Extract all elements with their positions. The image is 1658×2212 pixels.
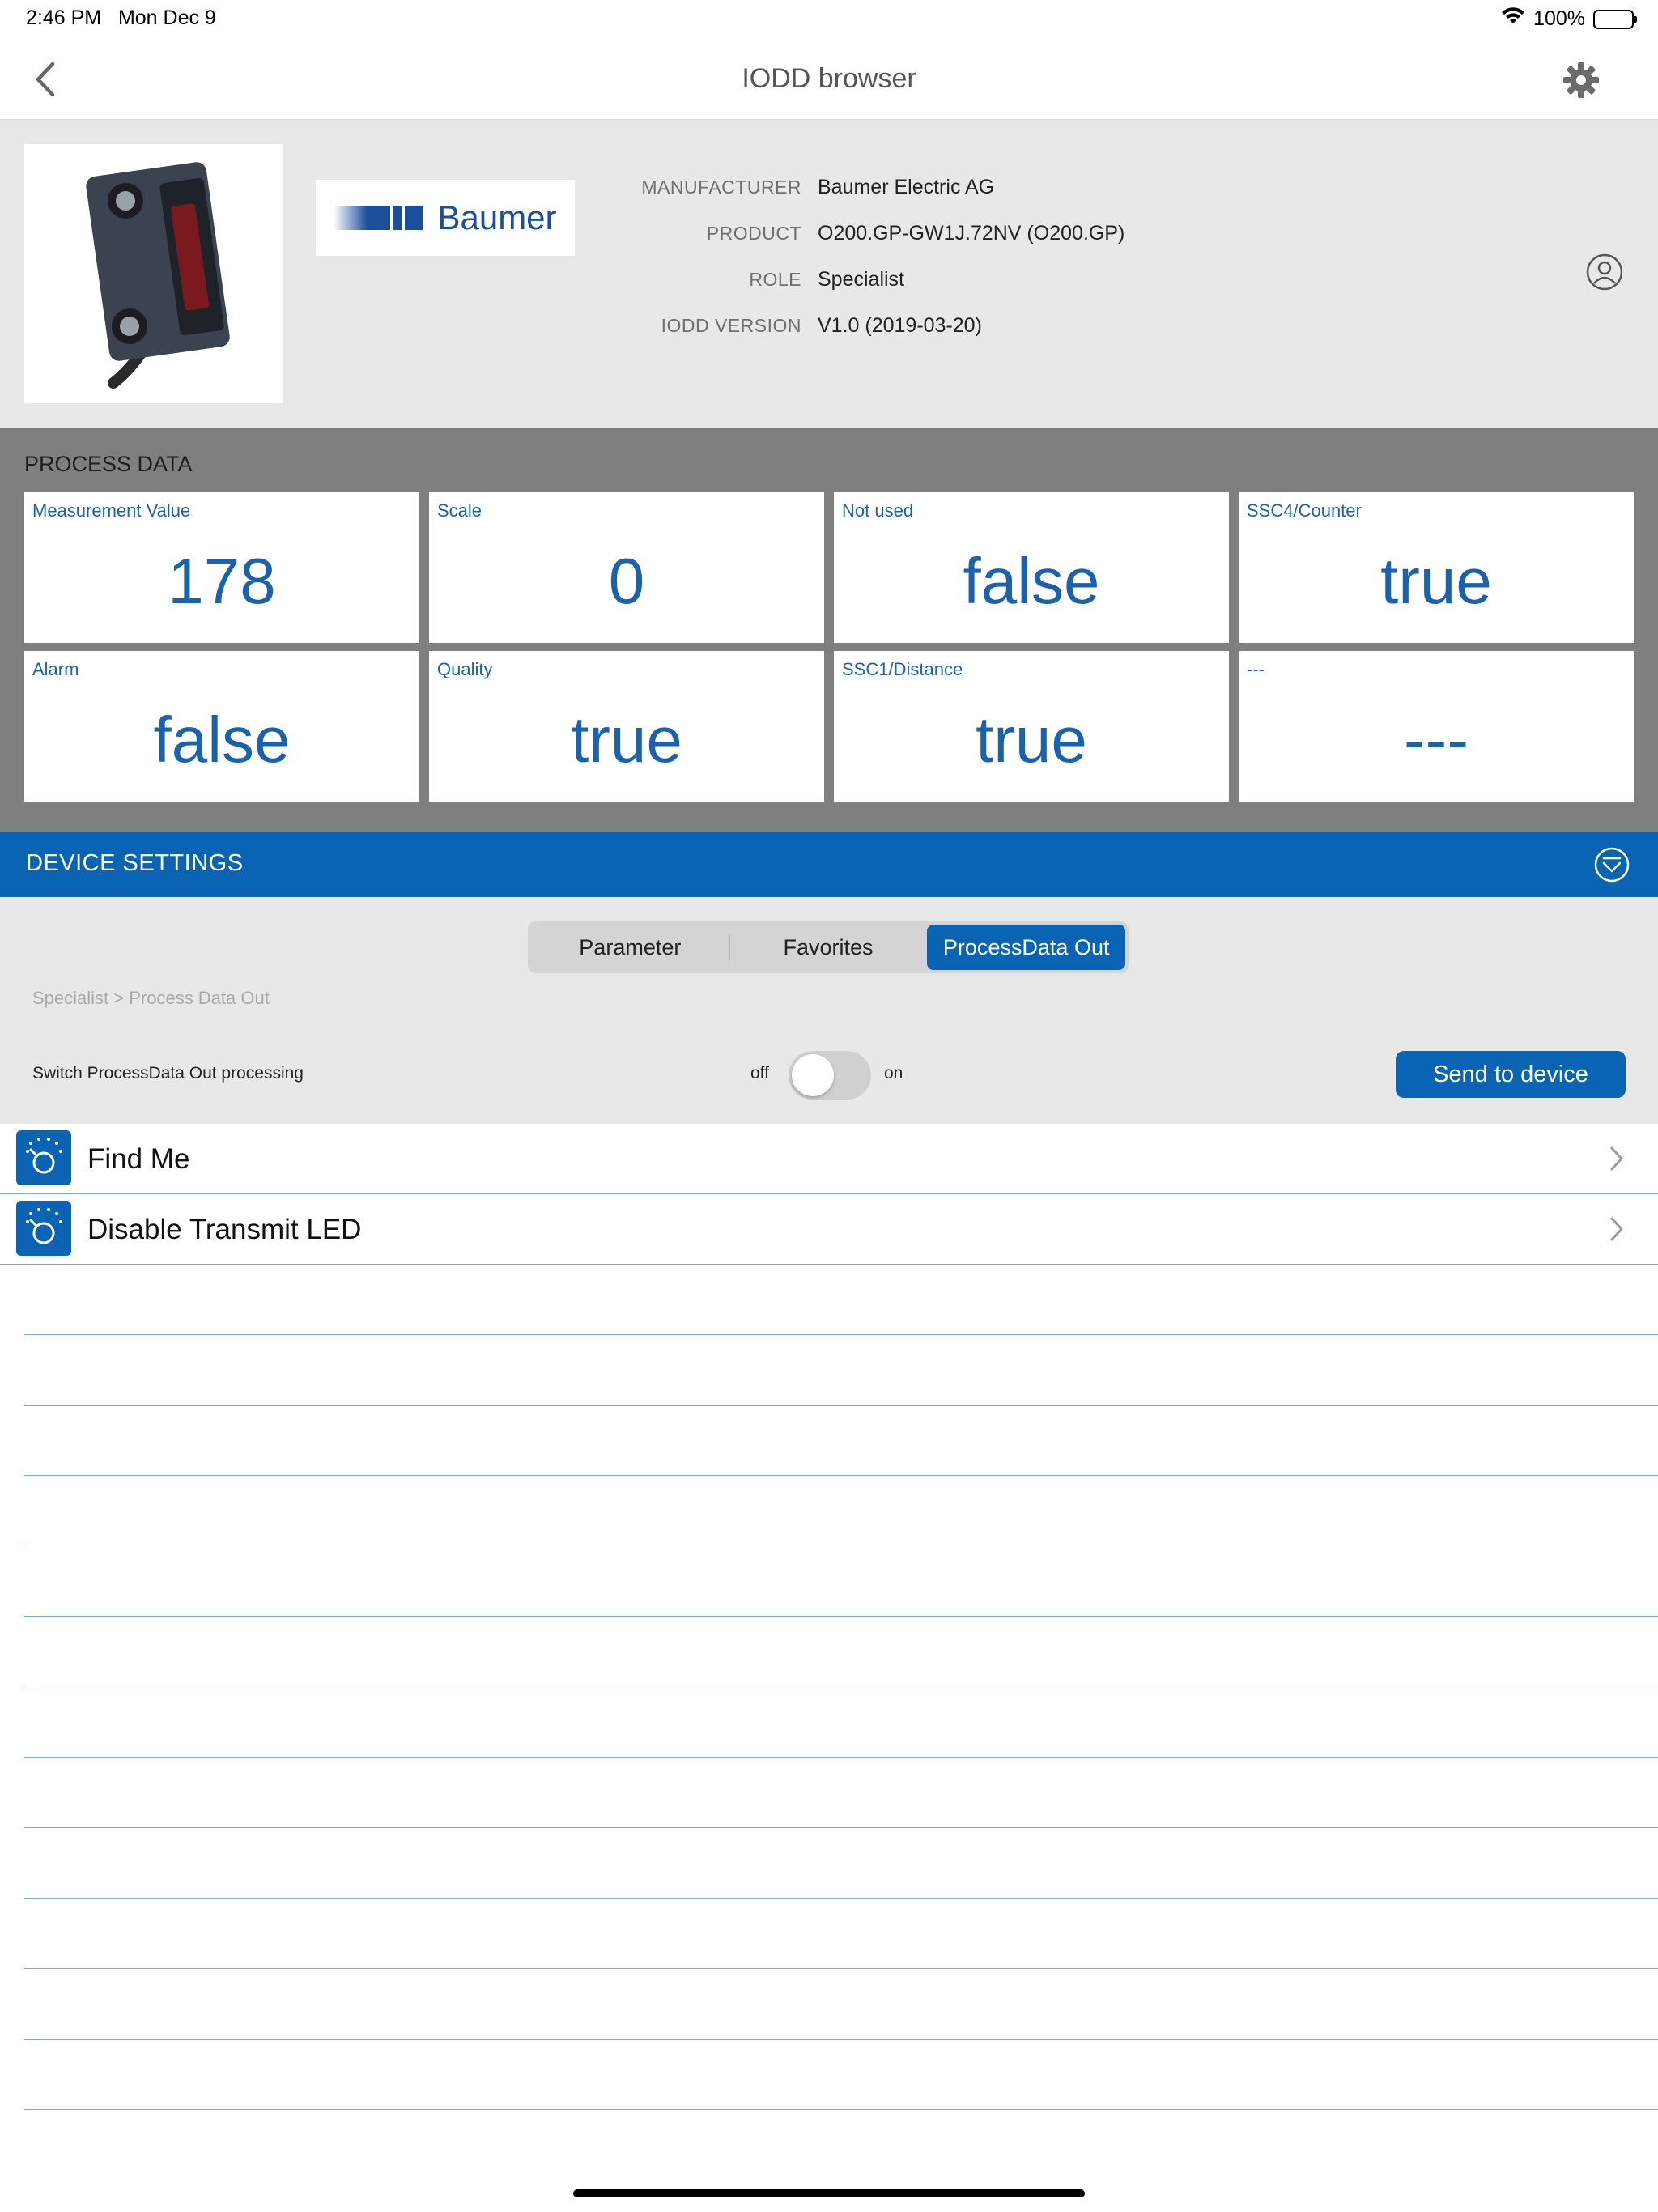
sensor-image-icon	[86, 162, 230, 389]
settings-tab-control: Parameter Favorites ProcessData Out	[528, 921, 1129, 973]
gear-icon	[1563, 62, 1599, 98]
info-label: MANUFACTURER	[641, 177, 801, 198]
collapse-icon	[1594, 847, 1630, 883]
info-value: O200.GP-GW1J.72NV (O200.GP)	[818, 222, 1125, 245]
empty-row-separator	[24, 1757, 1658, 1758]
status-date-text: Mon Dec 9	[117, 6, 216, 29]
user-role-button[interactable]	[1585, 253, 1624, 291]
process-tile-alarm[interactable]: Alarm false	[24, 651, 419, 802]
brand-name: Baumer	[437, 198, 557, 236]
info-row-manufacturer: MANUFACTURER Baumer Electric AG	[615, 164, 1124, 211]
user-icon	[1586, 253, 1623, 291]
device-settings-controls: Parameter Favorites ProcessData Out Spec…	[0, 897, 1658, 1124]
list-item-label: Disable Transmit LED	[87, 1214, 362, 1245]
info-row-role: ROLE Specialist	[615, 257, 1124, 303]
empty-row-separator	[24, 2039, 1658, 2040]
list-item-find-me[interactable]: Find Me	[0, 1124, 1658, 1194]
info-value: Specialist	[818, 268, 904, 291]
device-image	[24, 144, 283, 403]
switch-label: Switch ProcessData Out processing	[32, 1064, 304, 1083]
empty-row-separator	[24, 1475, 1658, 1476]
process-tile-not-used[interactable]: Not used false	[834, 492, 1229, 643]
tile-value: false	[963, 545, 1100, 617]
knob-icon	[16, 1130, 71, 1185]
toggle-knob	[792, 1054, 834, 1096]
process-tile-ssc1-distance[interactable]: SSC1/Distance true	[834, 651, 1229, 802]
tile-value: true	[976, 704, 1087, 776]
tab-label: Parameter	[579, 934, 682, 959]
process-tile-measurement-value[interactable]: Measurement Value 178	[24, 492, 419, 643]
tile-label: ---	[1247, 659, 1265, 679]
tile-label: Not used	[842, 500, 914, 521]
process-data-section: PROCESS DATA Measurement Value 178 Scale…	[0, 428, 1658, 832]
empty-row-separator	[24, 1898, 1658, 1899]
info-row-iodd-version: IODD VERSION V1.0 (2019-03-20)	[615, 303, 1124, 349]
device-settings-bar[interactable]: DEVICE SETTINGS	[0, 832, 1658, 897]
tab-processdata-out[interactable]: ProcessData Out	[927, 925, 1126, 970]
empty-row-separator	[24, 1334, 1658, 1335]
baumer-logo-icon	[334, 206, 423, 230]
empty-row-separator	[24, 1827, 1658, 1828]
chevron-right-icon	[1610, 1217, 1623, 1241]
info-label: PRODUCT	[706, 223, 801, 244]
info-row-product: PRODUCT O200.GP-GW1J.72NV (O200.GP)	[615, 211, 1125, 257]
wifi-icon	[1501, 6, 1525, 32]
tile-label: SSC4/Counter	[1247, 500, 1362, 521]
tile-label: Scale	[437, 500, 483, 521]
info-value: Baumer Electric AG	[818, 176, 995, 198]
brand-logo: Baumer	[316, 180, 575, 256]
tile-value: ---	[1404, 704, 1469, 776]
chevron-right-icon	[1610, 1146, 1623, 1171]
settings-button[interactable]	[1561, 60, 1601, 100]
knob-icon	[16, 1201, 71, 1256]
send-to-device-button[interactable]: Send to device	[1396, 1051, 1626, 1098]
home-indicator[interactable]	[573, 2189, 1085, 2197]
empty-row-separator	[24, 1616, 1658, 1617]
list-item-disable-transmit-led[interactable]: Disable Transmit LED	[0, 1194, 1658, 1265]
tab-label: ProcessData Out	[942, 934, 1110, 959]
tile-label: Alarm	[32, 659, 79, 679]
switch-off-label: off	[750, 1064, 769, 1083]
tile-value: 178	[168, 545, 276, 617]
settings-list: Find Me Disable Transmit LED	[0, 1124, 1658, 2168]
process-tile-ssc4-counter[interactable]: SSC4/Counter true	[1239, 492, 1634, 643]
info-label: ROLE	[749, 269, 801, 290]
tile-value: true	[571, 704, 682, 776]
empty-row-separator	[24, 2109, 1658, 2110]
process-tile-quality[interactable]: Quality true	[429, 651, 824, 802]
info-value: V1.0 (2019-03-20)	[818, 314, 982, 337]
status-bar: 2:46 PM Mon Dec 9 100%	[0, 0, 1658, 39]
status-time: 2:46 PM Mon Dec 9	[26, 6, 216, 30]
switch-on-label: on	[884, 1064, 903, 1083]
tab-parameter[interactable]: Parameter	[531, 925, 729, 970]
tile-value: 0	[608, 545, 645, 617]
collapse-button[interactable]	[1593, 846, 1630, 883]
battery-icon	[1593, 9, 1637, 29]
device-settings-title: DEVICE SETTINGS	[26, 850, 244, 876]
info-label: IODD VERSION	[661, 315, 801, 336]
tile-label: Quality	[437, 659, 493, 679]
status-indicators: 100%	[1501, 6, 1637, 32]
nav-bar: IODD browser	[0, 39, 1658, 120]
tab-favorites[interactable]: Favorites	[729, 925, 928, 970]
device-header: Baumer MANUFACTURER Baumer Electric AG P…	[0, 120, 1658, 428]
device-info-table: MANUFACTURER Baumer Electric AG PRODUCT …	[615, 164, 1124, 349]
breadcrumb: Specialist > Process Data Out	[32, 988, 270, 1008]
tab-label: Favorites	[783, 934, 874, 959]
process-tile-empty[interactable]: --- ---	[1239, 651, 1634, 802]
empty-row-separator	[24, 1968, 1658, 1969]
page-title: IODD browser	[742, 63, 916, 94]
status-time-text: 2:46 PM	[26, 6, 102, 29]
processdata-out-toggle[interactable]	[789, 1051, 871, 1100]
battery-percent: 100%	[1533, 7, 1585, 30]
tile-value: true	[1380, 545, 1492, 617]
process-data-title: PROCESS DATA	[24, 452, 193, 476]
empty-row-separator	[24, 1405, 1658, 1406]
tile-label: Measurement Value	[32, 500, 191, 521]
tile-label: SSC1/Distance	[842, 659, 963, 679]
tile-value: false	[153, 704, 291, 776]
process-tile-scale[interactable]: Scale 0	[429, 492, 824, 643]
list-item-label: Find Me	[87, 1143, 190, 1175]
